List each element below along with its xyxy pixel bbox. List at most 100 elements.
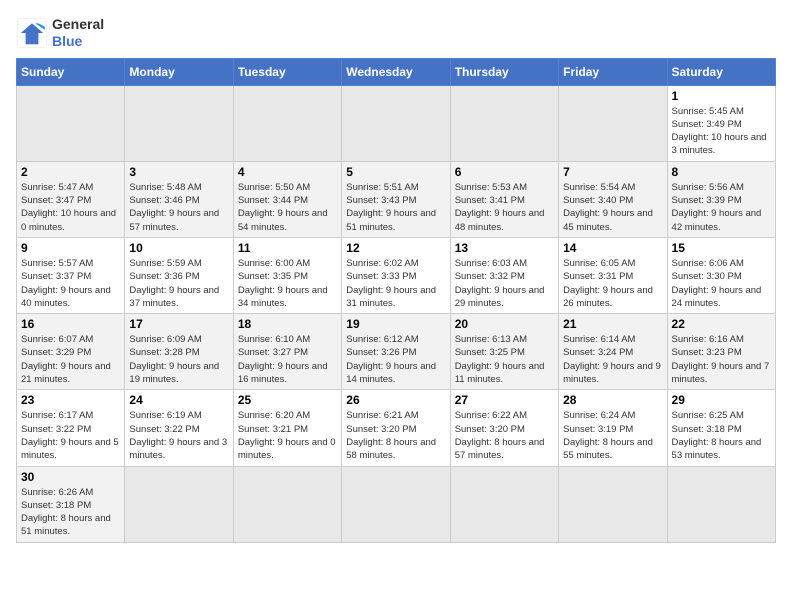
day-info: Sunrise: 6:19 AM Sunset: 3:22 PM Dayligh… [129,409,228,462]
day-info: Sunrise: 6:09 AM Sunset: 3:28 PM Dayligh… [129,333,228,386]
day-info: Sunrise: 6:16 AM Sunset: 3:23 PM Dayligh… [672,333,771,386]
logo-text: General Blue [52,16,104,50]
calendar-cell: 27 Sunrise: 6:22 AM Sunset: 3:20 PM Dayli… [450,390,558,466]
calendar-cell: 6 Sunrise: 5:53 AM Sunset: 3:41 PM Daylig… [450,161,558,237]
calendar-header-row: SundayMondayTuesdayWednesdayThursdayFrid… [17,58,776,85]
day-number: 1 [672,89,771,103]
weekday-header-monday: Monday [125,58,233,85]
day-number: 14 [563,241,662,255]
weekday-header-friday: Friday [559,58,667,85]
calendar-cell: 7 Sunrise: 5:54 AM Sunset: 3:40 PM Daylig… [559,161,667,237]
day-info: Sunrise: 6:14 AM Sunset: 3:24 PM Dayligh… [563,333,662,386]
day-info: Sunrise: 5:51 AM Sunset: 3:43 PM Dayligh… [346,181,445,234]
calendar-cell: 19Sunrise: 6:12 AM Sunset: 3:26 PM Dayli… [342,314,450,390]
day-number: 16 [21,317,120,331]
generalblue-logo-icon [16,17,48,49]
day-number: 13 [455,241,554,255]
day-info: Sunrise: 5:45 AM Sunset: 3:49 PM Dayligh… [672,105,771,158]
day-number: 2 [21,165,120,179]
calendar-cell: 3 Sunrise: 5:48 AM Sunset: 3:46 PM Daylig… [125,161,233,237]
calendar-cell [125,85,233,161]
calendar-cell: 22 Sunrise: 6:16 AM Sunset: 3:23 PM Dayli… [667,314,775,390]
day-info: Sunrise: 5:47 AM Sunset: 3:47 PM Dayligh… [21,181,120,234]
day-number: 22 [672,317,771,331]
calendar-cell: 25Sunrise: 6:20 AM Sunset: 3:21 PM Dayli… [233,390,341,466]
day-info: Sunrise: 6:06 AM Sunset: 3:30 PM Dayligh… [672,257,771,310]
day-number: 6 [455,165,554,179]
calendar-cell [667,466,775,542]
calendar-cell: 30Sunrise: 6:26 AM Sunset: 3:18 PM Dayli… [17,466,125,542]
day-number: 4 [238,165,337,179]
logo: General Blue [16,16,104,50]
calendar-cell: 4 Sunrise: 5:50 AM Sunset: 3:44 PM Daylig… [233,161,341,237]
day-info: Sunrise: 6:00 AM Sunset: 3:35 PM Dayligh… [238,257,337,310]
day-info: Sunrise: 6:03 AM Sunset: 3:32 PM Dayligh… [455,257,554,310]
calendar-cell: 23 Sunrise: 6:17 AM Sunset: 3:22 PM Dayli… [17,390,125,466]
weekday-header-tuesday: Tuesday [233,58,341,85]
day-number: 29 [672,393,771,407]
calendar-cell [233,85,341,161]
calendar-cell: 17 Sunrise: 6:09 AM Sunset: 3:28 PM Dayli… [125,314,233,390]
calendar-cell [450,466,558,542]
calendar-cell: 16 Sunrise: 6:07 AM Sunset: 3:29 PM Dayli… [17,314,125,390]
day-number: 9 [21,241,120,255]
calendar-cell [17,85,125,161]
calendar-week-row: 1 Sunrise: 5:45 AM Sunset: 3:49 PM Daylig… [17,85,776,161]
day-info: Sunrise: 6:10 AM Sunset: 3:27 PM Dayligh… [238,333,337,386]
day-info: Sunrise: 6:07 AM Sunset: 3:29 PM Dayligh… [21,333,120,386]
calendar-week-row: 30Sunrise: 6:26 AM Sunset: 3:18 PM Dayli… [17,466,776,542]
day-number: 20 [455,317,554,331]
calendar-cell: 15Sunrise: 6:06 AM Sunset: 3:30 PM Dayli… [667,237,775,313]
day-number: 10 [129,241,228,255]
calendar-cell: 14 Sunrise: 6:05 AM Sunset: 3:31 PM Dayli… [559,237,667,313]
day-info: Sunrise: 5:48 AM Sunset: 3:46 PM Dayligh… [129,181,228,234]
calendar-cell: 5 Sunrise: 5:51 AM Sunset: 3:43 PM Daylig… [342,161,450,237]
calendar-cell [559,85,667,161]
calendar-week-row: 16 Sunrise: 6:07 AM Sunset: 3:29 PM Dayli… [17,314,776,390]
weekday-header-sunday: Sunday [17,58,125,85]
day-info: Sunrise: 5:53 AM Sunset: 3:41 PM Dayligh… [455,181,554,234]
day-info: Sunrise: 5:54 AM Sunset: 3:40 PM Dayligh… [563,181,662,234]
day-number: 25 [238,393,337,407]
day-info: Sunrise: 6:05 AM Sunset: 3:31 PM Dayligh… [563,257,662,310]
calendar-cell: 18Sunrise: 6:10 AM Sunset: 3:27 PM Dayli… [233,314,341,390]
day-info: Sunrise: 6:24 AM Sunset: 3:19 PM Dayligh… [563,409,662,462]
calendar-cell [342,85,450,161]
weekday-header-thursday: Thursday [450,58,558,85]
calendar-cell: 28Sunrise: 6:24 AM Sunset: 3:19 PM Dayli… [559,390,667,466]
day-info: Sunrise: 5:56 AM Sunset: 3:39 PM Dayligh… [672,181,771,234]
calendar-cell [233,466,341,542]
day-number: 21 [563,317,662,331]
calendar-cell: 26 Sunrise: 6:21 AM Sunset: 3:20 PM Dayli… [342,390,450,466]
day-number: 12 [346,241,445,255]
day-number: 17 [129,317,228,331]
day-info: Sunrise: 5:57 AM Sunset: 3:37 PM Dayligh… [21,257,120,310]
weekday-header-saturday: Saturday [667,58,775,85]
calendar-cell [125,466,233,542]
day-number: 27 [455,393,554,407]
day-info: Sunrise: 6:26 AM Sunset: 3:18 PM Dayligh… [21,486,120,539]
calendar-week-row: 9 Sunrise: 5:57 AM Sunset: 3:37 PM Daylig… [17,237,776,313]
day-number: 5 [346,165,445,179]
day-info: Sunrise: 6:22 AM Sunset: 3:20 PM Dayligh… [455,409,554,462]
day-number: 26 [346,393,445,407]
calendar-week-row: 23 Sunrise: 6:17 AM Sunset: 3:22 PM Dayli… [17,390,776,466]
calendar-week-row: 2 Sunrise: 5:47 AM Sunset: 3:47 PM Daylig… [17,161,776,237]
day-info: Sunrise: 5:50 AM Sunset: 3:44 PM Dayligh… [238,181,337,234]
day-number: 8 [672,165,771,179]
calendar-cell: 1 Sunrise: 5:45 AM Sunset: 3:49 PM Daylig… [667,85,775,161]
calendar-cell: 13 Sunrise: 6:03 AM Sunset: 3:32 PM Dayli… [450,237,558,313]
day-number: 19 [346,317,445,331]
day-number: 24 [129,393,228,407]
day-info: Sunrise: 6:17 AM Sunset: 3:22 PM Dayligh… [21,409,120,462]
day-number: 3 [129,165,228,179]
day-info: Sunrise: 6:21 AM Sunset: 3:20 PM Dayligh… [346,409,445,462]
calendar-cell: 20Sunrise: 6:13 AM Sunset: 3:25 PM Dayli… [450,314,558,390]
day-info: Sunrise: 6:25 AM Sunset: 3:18 PM Dayligh… [672,409,771,462]
calendar-cell: 10Sunrise: 5:59 AM Sunset: 3:36 PM Dayli… [125,237,233,313]
day-number: 23 [21,393,120,407]
calendar-cell: 9 Sunrise: 5:57 AM Sunset: 3:37 PM Daylig… [17,237,125,313]
calendar-table: SundayMondayTuesdayWednesdayThursdayFrid… [16,58,776,543]
calendar-cell: 2 Sunrise: 5:47 AM Sunset: 3:47 PM Daylig… [17,161,125,237]
day-number: 7 [563,165,662,179]
